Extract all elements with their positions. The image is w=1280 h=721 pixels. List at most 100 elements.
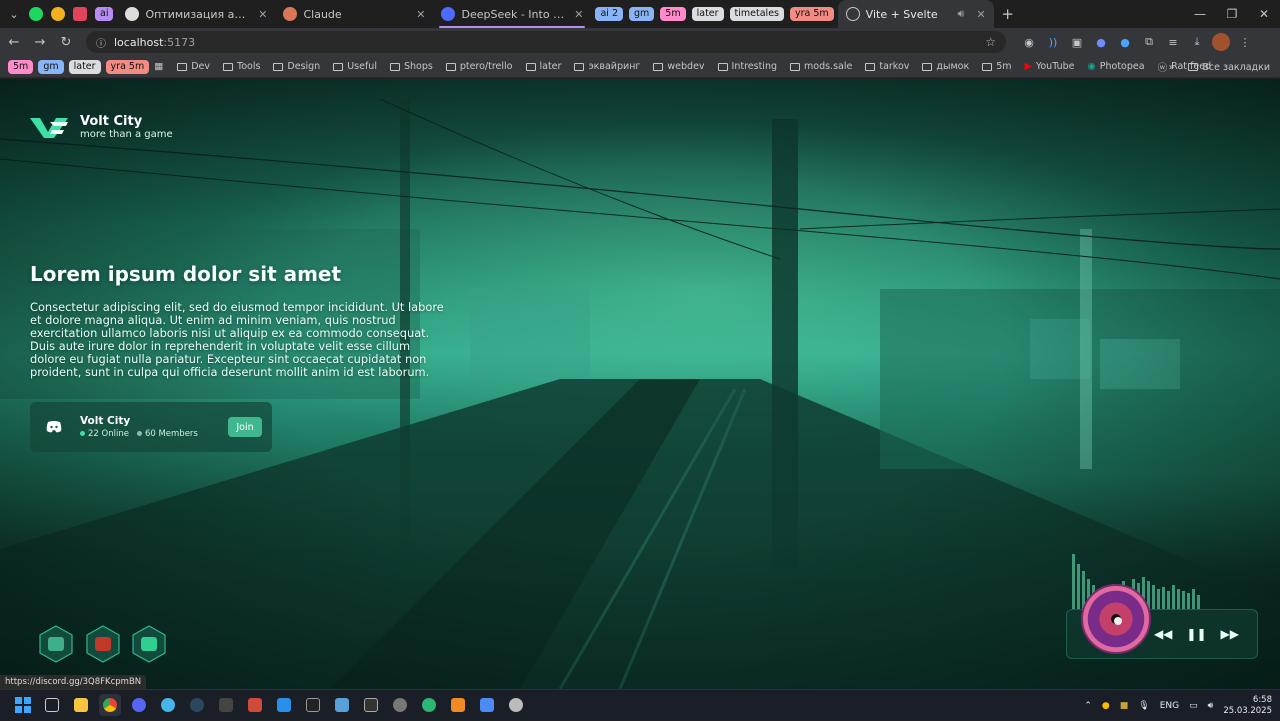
group-chip-5m[interactable]: 5m bbox=[660, 7, 686, 21]
group-chip-gm[interactable]: gm bbox=[629, 7, 655, 21]
steam-icon[interactable] bbox=[186, 694, 208, 716]
tray-chrome-icon[interactable]: ● bbox=[1102, 701, 1110, 711]
bookmark-folder[interactable]: Dev bbox=[177, 61, 210, 72]
tab-pinned-sun[interactable] bbox=[47, 0, 69, 28]
extension-sync-icon[interactable]: ● bbox=[1116, 33, 1134, 51]
clock[interactable]: 6:58 25.03.2025 bbox=[1223, 695, 1272, 717]
terminal-icon[interactable] bbox=[360, 694, 382, 716]
bookmark-folder[interactable]: Design bbox=[273, 61, 320, 72]
minimize-icon[interactable]: — bbox=[1184, 0, 1216, 28]
bookmark-photopea[interactable]: ◉ Photopea bbox=[1087, 61, 1144, 72]
bookmark-folder[interactable]: mods.sale bbox=[790, 61, 852, 72]
language-indicator[interactable]: ENG bbox=[1160, 701, 1179, 711]
download-icon[interactable]: ⤓ bbox=[1188, 33, 1206, 51]
group-chip-later[interactable]: later bbox=[691, 7, 724, 21]
bookmark-chip-yra5m[interactable]: yra 5m bbox=[105, 59, 150, 74]
group-chip-timetales[interactable]: timetales bbox=[729, 7, 784, 21]
start-icon[interactable] bbox=[12, 694, 34, 716]
file-explorer-icon[interactable] bbox=[70, 694, 92, 716]
bookmark-folder[interactable]: later bbox=[525, 61, 561, 72]
bookmark-chip-later[interactable]: later bbox=[68, 59, 101, 74]
social-discord-button[interactable] bbox=[37, 625, 75, 663]
extension-audio-icon[interactable]: )) bbox=[1044, 33, 1062, 51]
restore-icon[interactable]: ❐ bbox=[1216, 0, 1248, 28]
social-site-button[interactable] bbox=[130, 625, 168, 663]
audio-app-icon[interactable] bbox=[215, 694, 237, 716]
tab-pinned-spotify[interactable] bbox=[25, 0, 47, 28]
social-youtube-button[interactable] bbox=[84, 625, 122, 663]
rewind-icon[interactable]: ◀◀ bbox=[1154, 627, 1172, 641]
app-icon[interactable] bbox=[331, 694, 353, 716]
bookmark-folder[interactable]: 5m bbox=[982, 61, 1012, 72]
bookmark-folder[interactable]: tarkov bbox=[865, 61, 909, 72]
bookmark-folder[interactable]: Shops bbox=[389, 61, 433, 72]
app-icon[interactable] bbox=[389, 694, 411, 716]
tab-deepseek[interactable]: DeepSeek - Into the Unknown ✕ bbox=[433, 0, 591, 28]
close-tab-icon[interactable]: ✕ bbox=[416, 8, 425, 21]
microphone-icon[interactable]: 🎙︎ bbox=[1138, 701, 1149, 711]
brand-logo[interactable]: Volt City more than a game bbox=[30, 115, 173, 141]
extension-icon[interactable]: ◉ bbox=[1020, 33, 1038, 51]
bookmark-folder[interactable]: Intresting bbox=[717, 61, 777, 72]
tab-vite-svelte[interactable]: Vite + Svelte 🔊︎ ✕ bbox=[837, 0, 994, 28]
pause-icon[interactable]: ❚❚ bbox=[1186, 627, 1206, 641]
app-icon[interactable] bbox=[302, 694, 324, 716]
tab-optimization[interactable]: Оптимизация анимации баро ✕ bbox=[117, 0, 275, 28]
avatar[interactable] bbox=[1212, 33, 1230, 51]
bookmark-star-icon[interactable]: ☆ bbox=[985, 35, 996, 49]
extension-blue-icon[interactable]: ● bbox=[1092, 33, 1110, 51]
forward-icon[interactable]: → bbox=[28, 30, 52, 54]
bookmark-chip-gm[interactable]: gm bbox=[38, 59, 64, 74]
bookmark-folder[interactable]: эквайринг bbox=[574, 61, 640, 72]
bookmark-folder[interactable]: Tools bbox=[223, 61, 260, 72]
tab-search-button[interactable]: ⌄ bbox=[3, 3, 25, 25]
site-info-icon[interactable]: ⓘ bbox=[96, 35, 106, 50]
back-icon[interactable]: ← bbox=[2, 30, 26, 54]
bookmark-folder[interactable]: webdev bbox=[653, 61, 705, 72]
address-bar[interactable]: ⓘ localhost:5173 ☆ bbox=[86, 31, 1006, 53]
app-icon[interactable] bbox=[447, 694, 469, 716]
join-button[interactable]: Join bbox=[228, 417, 262, 437]
app-icon[interactable] bbox=[157, 694, 179, 716]
discord-taskbar-icon[interactable] bbox=[128, 694, 150, 716]
volume-icon[interactable]: 🔊︎ bbox=[1208, 701, 1214, 711]
reload-icon[interactable]: ↻ bbox=[54, 30, 78, 54]
puzzle-icon[interactable]: ⧉ bbox=[1140, 33, 1158, 51]
bookmark-youtube[interactable]: ▶ YouTube bbox=[1025, 61, 1075, 72]
media-icon[interactable]: ≡ bbox=[1164, 33, 1182, 51]
tab-claude[interactable]: Claude ✕ bbox=[275, 0, 433, 28]
bookmark-folder[interactable]: дымок bbox=[922, 61, 969, 72]
close-tab-icon[interactable]: ✕ bbox=[976, 8, 985, 21]
app-icon[interactable] bbox=[476, 694, 498, 716]
vscode-icon[interactable] bbox=[273, 694, 295, 716]
clock-date: 25.03.2025 bbox=[1223, 705, 1272, 716]
task-view-icon[interactable] bbox=[41, 694, 63, 716]
chrome-icon[interactable] bbox=[99, 694, 121, 716]
close-tab-icon[interactable]: ✕ bbox=[574, 8, 583, 21]
extension-capture-icon[interactable]: ▣ bbox=[1068, 33, 1086, 51]
group-chip-yra5m[interactable]: yra 5m bbox=[790, 7, 834, 21]
folder-icon bbox=[273, 62, 284, 71]
group-chip-ai2[interactable]: ai 2 bbox=[595, 7, 623, 21]
forward-icon[interactable]: ▶▶ bbox=[1221, 627, 1239, 641]
all-bookmarks[interactable]: Все закладки bbox=[1188, 62, 1270, 73]
app-icon[interactable] bbox=[418, 694, 440, 716]
close-tab-icon[interactable]: ✕ bbox=[258, 8, 267, 21]
speaker-icon[interactable]: 🔊︎ bbox=[958, 7, 965, 21]
bookmark-folder[interactable]: Useful bbox=[333, 61, 377, 72]
app-icon[interactable] bbox=[244, 694, 266, 716]
more-bookmarks-icon[interactable]: » bbox=[1169, 62, 1175, 73]
bookmark-chip-5m[interactable]: 5m bbox=[8, 59, 34, 74]
tab-pinned-red[interactable] bbox=[69, 0, 91, 28]
bookmark-folder[interactable]: ptero/trello bbox=[445, 61, 513, 72]
app-icon[interactable] bbox=[505, 694, 527, 716]
tab-group-ai[interactable]: ai bbox=[91, 0, 117, 28]
menu-icon[interactable]: ⋮ bbox=[1236, 33, 1254, 51]
tray-chevron-icon[interactable]: ⌃ bbox=[1084, 701, 1092, 711]
folder-icon bbox=[445, 62, 456, 71]
close-window-icon[interactable]: ✕ bbox=[1248, 0, 1280, 28]
tray-app-icon[interactable]: ■ bbox=[1120, 701, 1129, 711]
network-icon[interactable]: ▭ bbox=[1189, 701, 1198, 711]
apps-grid-icon[interactable]: ▦ bbox=[154, 61, 163, 72]
new-tab-button[interactable]: + bbox=[997, 3, 1019, 25]
